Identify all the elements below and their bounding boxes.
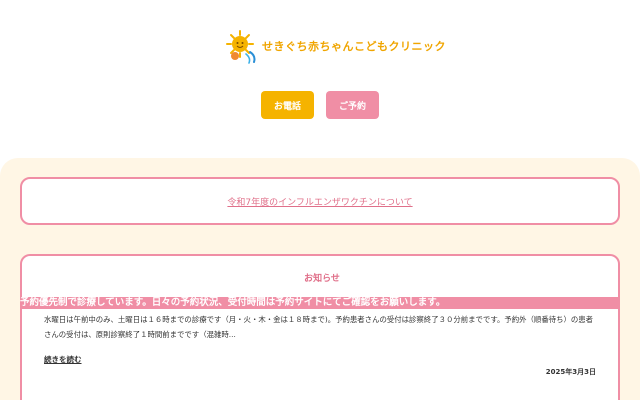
flu-notice-card: 令和7年度のインフルエンザワクチンについて [20, 177, 620, 225]
sun-logo-icon [226, 30, 256, 64]
reserve-button[interactable]: ご予約 [326, 91, 379, 119]
clinic-name: せきぐち赤ちゃんこどもクリニック [262, 40, 446, 53]
flu-vaccine-link[interactable]: 令和7年度のインフルエンザワクチンについて [227, 195, 412, 208]
site-header: せきぐち赤ちゃんこどもクリニック お電話 ご予約 [0, 0, 640, 160]
news-body-text: 水曜日は午前中のみ、土曜日は１６時までの診療です（月・火・木・金は１８時まで)。… [44, 315, 594, 339]
clinic-logo[interactable]: せきぐち赤ちゃんこどもクリニック [224, 28, 446, 64]
news-banner: 予約優先制で診療しています。日々の予約状況、受付時間は予約サイトにてご確認をお願… [20, 297, 620, 309]
news-heading: お知らせ [304, 274, 340, 284]
news-date: 2025年3月3日 [545, 368, 596, 376]
phone-button[interactable]: お電話 [261, 91, 314, 119]
read-more-link[interactable]: 続きを読む [44, 354, 82, 365]
